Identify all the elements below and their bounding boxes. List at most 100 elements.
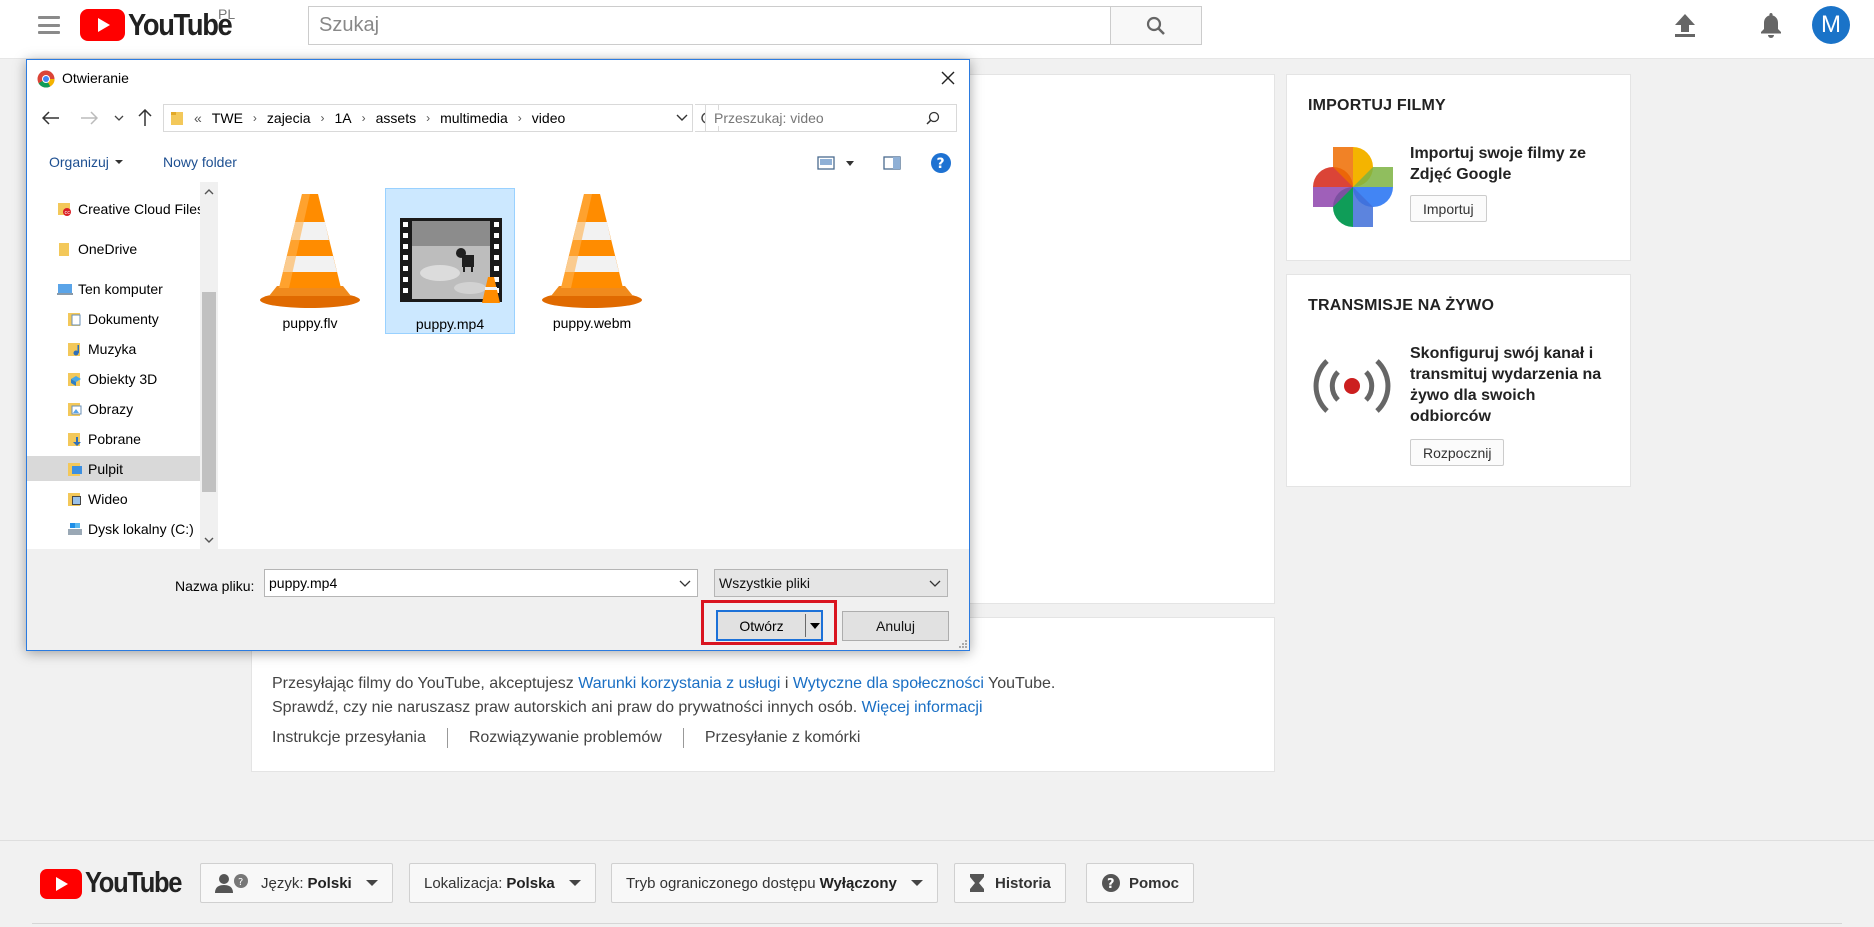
organize-label: Organizuj — [49, 154, 109, 170]
back-arrow-icon[interactable] — [41, 108, 61, 128]
view-options-icon[interactable] — [817, 155, 837, 171]
new-folder-button[interactable]: Nowy folder — [163, 154, 237, 170]
preview-pane-icon[interactable] — [883, 155, 901, 171]
nav-item-local-disk[interactable]: Dysk lokalny (C:) — [27, 516, 200, 541]
help-button[interactable]: ? Pomoc — [1086, 863, 1195, 903]
separator — [446, 728, 448, 748]
nav-item-pictures[interactable]: Obrazy — [27, 396, 200, 421]
more-info-link[interactable]: Więcej informacji — [862, 699, 983, 716]
dialog-search-input[interactable] — [706, 110, 926, 126]
file-item-puppy-mp4[interactable]: puppy.mp4 — [385, 188, 515, 334]
help-icon[interactable]: ? — [930, 152, 952, 174]
dialog-titlebar[interactable]: Otwieranie — [27, 60, 969, 97]
caret-down-icon — [910, 880, 923, 886]
breadcrumb-item[interactable]: video — [532, 110, 565, 126]
nav-item-3d-objects[interactable]: Obiekty 3D — [27, 366, 200, 391]
resize-grip-icon[interactable] — [957, 638, 967, 648]
chevron-right-icon[interactable]: › — [426, 111, 430, 125]
mobile-upload-link[interactable]: Przesyłanie z komórki — [705, 729, 861, 747]
help-terms-post: YouTube. — [983, 675, 1056, 692]
scroll-up-icon[interactable] — [204, 187, 214, 197]
search-icon — [1146, 16, 1165, 35]
chevron-right-icon[interactable]: › — [321, 111, 325, 125]
chevron-down-icon[interactable] — [676, 112, 688, 122]
close-icon[interactable] — [937, 67, 959, 89]
nav-item-this-pc[interactable]: Ten komputer — [27, 276, 200, 301]
restricted-mode-button[interactable]: Tryb ograniczonego dostępu Wyłączony — [611, 863, 938, 903]
video-thumbnail-icon — [400, 218, 502, 303]
nav-item-music[interactable]: Muzyka — [27, 336, 200, 361]
file-item-puppy-flv[interactable]: puppy.flv — [245, 188, 375, 334]
nav-item-videos[interactable]: Wideo — [27, 486, 200, 511]
caret-down-icon[interactable] — [810, 622, 820, 629]
forward-arrow-icon[interactable] — [79, 108, 99, 128]
scrollbar-thumb[interactable] — [202, 292, 216, 492]
terms-of-service-link[interactable]: Warunki korzystania z usługi — [578, 675, 780, 692]
language-label: Język: — [261, 874, 304, 892]
menu-icon[interactable] — [38, 16, 60, 34]
open-button[interactable]: Otwórz — [716, 610, 823, 641]
live-stream-icon — [1313, 359, 1391, 413]
start-live-button[interactable]: Rozpocznij — [1410, 439, 1505, 466]
chevron-right-icon[interactable]: › — [518, 111, 522, 125]
nav-item-label: Wideo — [88, 490, 128, 507]
chrome-icon — [37, 70, 55, 88]
up-arrow-icon[interactable] — [135, 108, 155, 128]
search-input[interactable] — [309, 7, 1110, 44]
file-name: puppy.flv — [282, 315, 338, 331]
chevron-right-icon[interactable]: › — [362, 111, 366, 125]
breadcrumb-item[interactable]: 1A — [335, 110, 352, 126]
search-icon[interactable] — [926, 111, 940, 125]
history-button[interactable]: Historia — [954, 863, 1066, 903]
file-item-puppy-webm[interactable]: puppy.webm — [527, 188, 657, 334]
breadcrumb-overflow[interactable]: « — [194, 110, 202, 126]
help-links: Instrukcje przesyłania Rozwiązywanie pro… — [272, 728, 860, 748]
help-terms-line: Przesyłając filmy do YouTube, akceptujes… — [272, 675, 1055, 693]
breadcrumb-item[interactable]: assets — [376, 110, 416, 126]
cancel-button[interactable]: Anuluj — [842, 611, 949, 641]
chevron-right-icon[interactable]: › — [253, 111, 257, 125]
objects-3d-icon — [68, 372, 81, 386]
troubleshooting-link[interactable]: Rozwiązywanie problemów — [469, 729, 662, 747]
notifications-bell-icon[interactable] — [1756, 10, 1786, 40]
nav-item-desktop[interactable]: Pulpit — [27, 456, 200, 481]
chevron-down-icon[interactable] — [679, 579, 691, 587]
avatar[interactable]: M — [1812, 6, 1850, 44]
nav-pane-scrollbar[interactable] — [200, 182, 218, 549]
scroll-down-icon[interactable] — [204, 535, 214, 545]
restricted-mode-label: Tryb ograniczonego dostępu — [626, 874, 816, 892]
desktop-icon — [68, 462, 82, 476]
help-label: Pomoc — [1129, 874, 1180, 892]
nav-item-documents[interactable]: Dokumenty — [27, 306, 200, 331]
nav-item-label: Obiekty 3D — [88, 370, 158, 387]
file-open-dialog: Otwieranie « TWE › zajecia › 1A › assets › m… — [26, 59, 970, 651]
footer-youtube-logo[interactable]: YouTube — [40, 867, 194, 900]
folder-icon — [59, 242, 69, 256]
youtube-logo[interactable]: YouTube PL — [80, 6, 246, 42]
file-type-select[interactable]: Wszystkie pliki — [714, 569, 948, 597]
dialog-title: Otwieranie — [62, 70, 129, 86]
location-button[interactable]: Lokalizacja: Polska — [409, 863, 596, 903]
caret-down-icon[interactable] — [845, 161, 855, 167]
search-box — [308, 6, 1111, 45]
live-card-text-4: odbiorców — [1410, 408, 1491, 425]
language-button[interactable]: ? Język: Polski — [200, 863, 393, 903]
nav-item-creative-cloud[interactable]: cc Creative Cloud Files — [27, 196, 200, 221]
svg-text:cc: cc — [65, 210, 71, 216]
nav-item-onedrive[interactable]: OneDrive — [27, 236, 200, 261]
breadcrumb-item[interactable]: TWE — [212, 110, 243, 126]
file-name-input[interactable] — [265, 575, 665, 591]
file-list: puppy.flv puppy.mp4 puppy.webm — [223, 182, 969, 549]
upload-icon[interactable] — [1670, 10, 1700, 40]
import-button[interactable]: Importuj — [1410, 195, 1487, 222]
recent-locations-chevron-icon[interactable] — [109, 108, 129, 128]
location-value: Polska — [506, 874, 555, 892]
search-button[interactable] — [1110, 6, 1202, 45]
upload-instructions-link[interactable]: Instrukcje przesyłania — [272, 729, 426, 747]
organize-button[interactable]: Organizuj — [49, 154, 123, 170]
breadcrumb-item[interactable]: multimedia — [440, 110, 508, 126]
community-guidelines-link[interactable]: Wytyczne dla społeczności — [793, 675, 984, 692]
address-bar[interactable]: « TWE › zajecia › 1A › assets › multimedia › … — [163, 104, 693, 132]
breadcrumb-item[interactable]: zajecia — [267, 110, 311, 126]
nav-item-downloads[interactable]: Pobrane — [27, 426, 200, 451]
